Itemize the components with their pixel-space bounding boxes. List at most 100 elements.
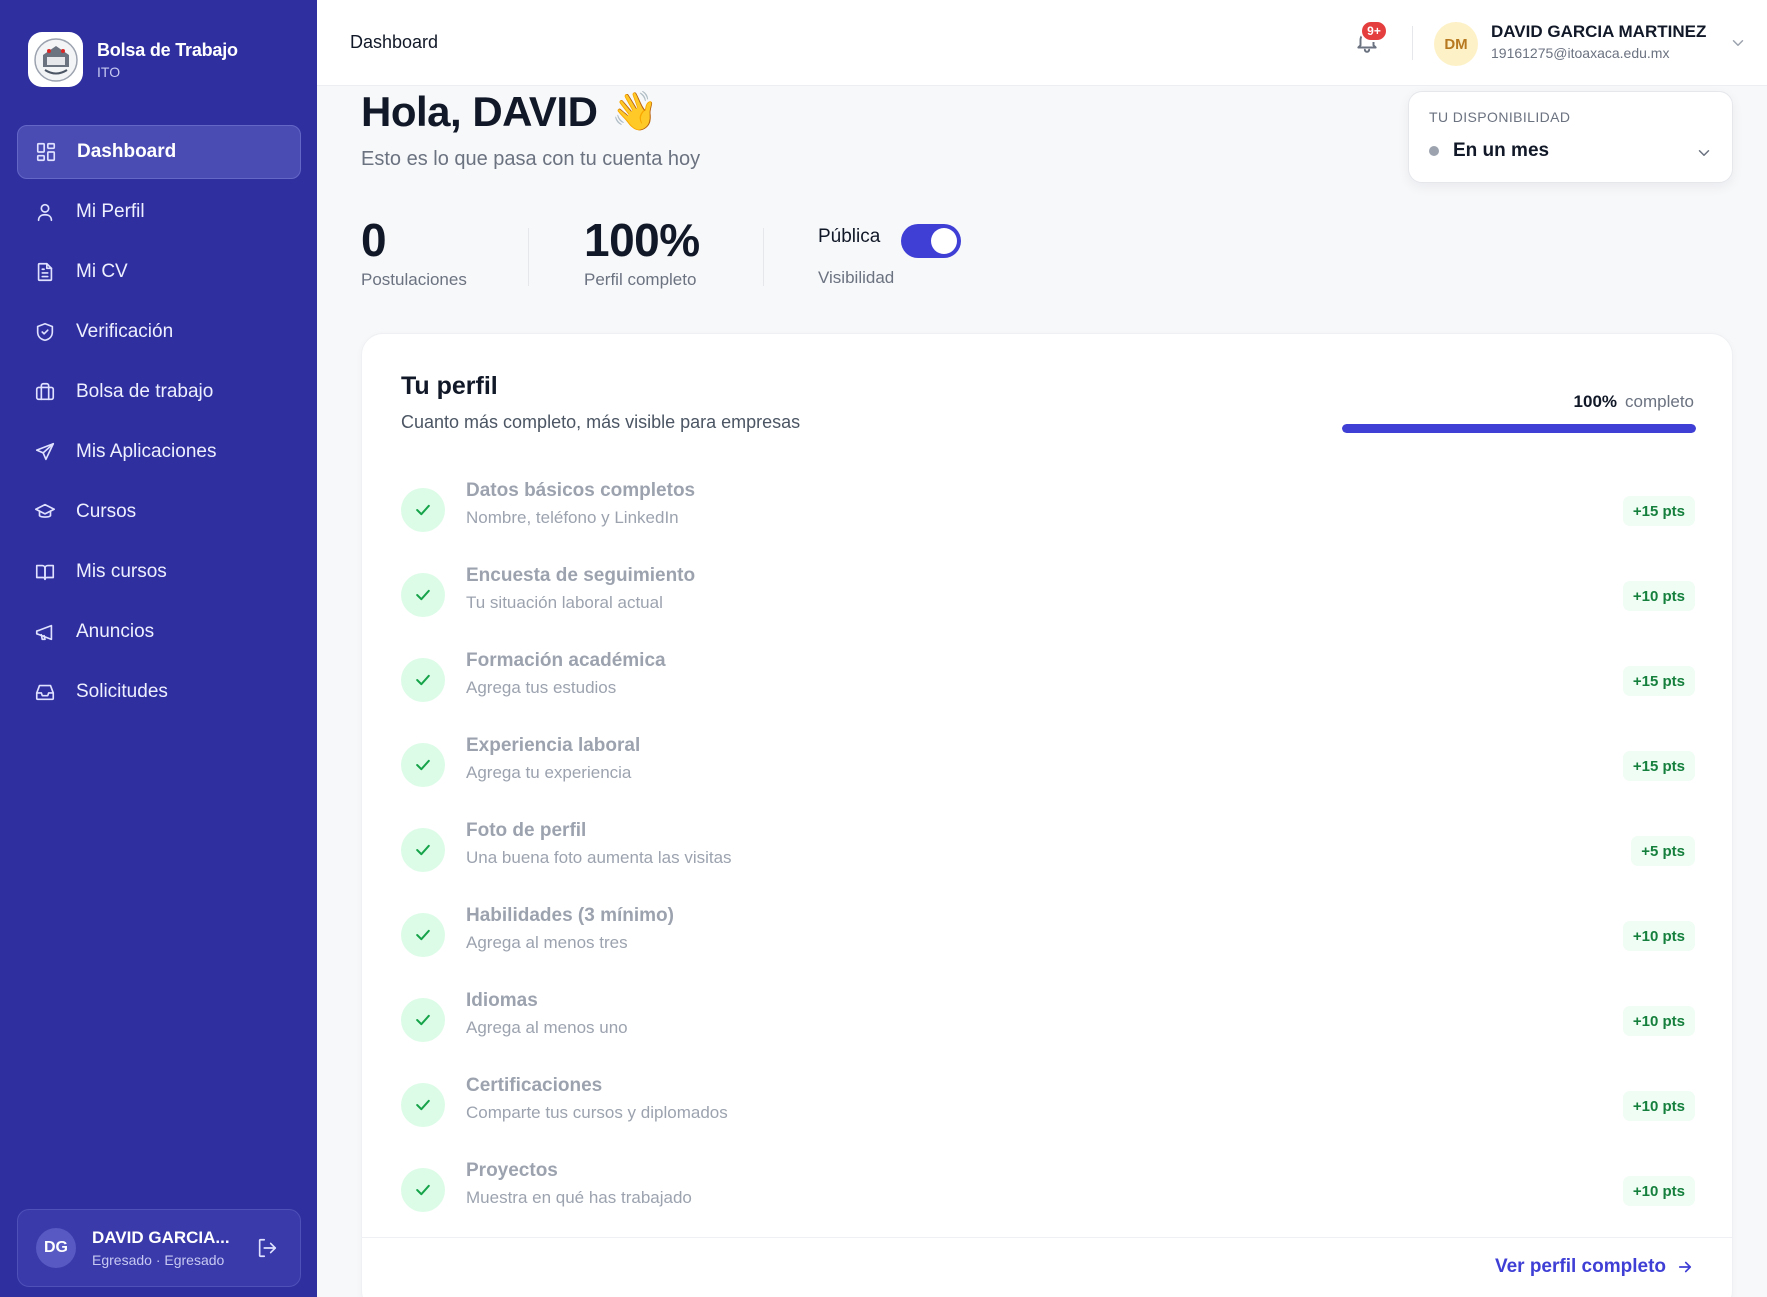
sidebar-user-card[interactable]: DG DAVID GARCIA... Egresado · Egresado (17, 1209, 301, 1287)
sidebar-item-label: Mis cursos (76, 561, 167, 582)
sidebar-item-label: Mi Perfil (76, 201, 145, 222)
availability-select[interactable]: TU DISPONIBILIDAD En un mes (1408, 91, 1733, 183)
points-badge: +10 pts (1622, 1176, 1695, 1206)
sidebar-item-mi-cv[interactable]: Mi CV (17, 245, 301, 299)
page-title: Dashboard (350, 32, 439, 52)
stat-profile-complete: 100% Perfil completo (584, 214, 700, 290)
availability-value-text: En un mes (1453, 140, 1550, 161)
visibility-label: Visibilidad (818, 268, 895, 287)
check-icon (401, 573, 445, 617)
profile-progress-value: 100% (1573, 392, 1618, 411)
shield-check-icon (34, 321, 56, 343)
list-item[interactable]: Idiomas Agrega al menos uno +10 pts (401, 984, 1695, 1069)
sidebar-item-anuncios[interactable]: Anuncios (17, 605, 301, 659)
stat-divider (763, 228, 764, 286)
availability-label: TU DISPONIBILIDAD (1429, 109, 1571, 125)
visibility-toggle[interactable] (901, 224, 961, 258)
sidebar-user-name: DAVID GARCIA... (92, 1228, 230, 1247)
avatar[interactable]: DM (1434, 22, 1478, 66)
profile-card-title: Tu perfil (401, 372, 498, 400)
stat-label: Perfil completo (584, 270, 697, 289)
task-title: Idiomas (466, 990, 538, 1011)
graduation-cap-icon (34, 501, 56, 523)
check-icon (401, 913, 445, 957)
check-icon (401, 743, 445, 787)
points-badge: +10 pts (1622, 921, 1695, 951)
sidebar-item-verificacion[interactable]: Verificación (17, 305, 301, 359)
notification-badge: 9+ (1360, 20, 1388, 42)
task-description: Una buena foto aumenta las visitas (466, 848, 732, 867)
points-badge: +10 pts (1622, 1091, 1695, 1121)
list-item[interactable]: Proyectos Muestra en qué has trabajado +… (401, 1154, 1695, 1239)
sidebar-item-label: Anuncios (76, 621, 155, 642)
user-icon (34, 201, 56, 223)
task-description: Muestra en qué has trabajado (466, 1188, 692, 1207)
availability-value: En un mes (1429, 140, 1549, 162)
brand[interactable]: Bolsa de Trabajo ITO (28, 32, 238, 87)
sidebar-item-label: Bolsa de trabajo (76, 381, 214, 402)
sidebar-item-label: Dashboard (77, 141, 177, 162)
divider (362, 1237, 1732, 1238)
view-full-profile-link[interactable]: Ver perfil completo (1495, 1256, 1694, 1278)
status-dot (1429, 146, 1439, 156)
greeting-text: Hola, DAVID (361, 88, 598, 135)
greeting-subtitle: Esto es lo que pasa con tu cuenta hoy (361, 148, 701, 170)
sidebar-item-mi-perfil[interactable]: Mi Perfil (17, 185, 301, 239)
list-item[interactable]: Experiencia laboral Agrega tu experienci… (401, 729, 1695, 814)
check-icon (401, 488, 445, 532)
send-icon (34, 441, 56, 463)
sidebar-item-label: Verificación (76, 321, 174, 342)
arrow-right-icon (1678, 1261, 1692, 1273)
stat-applications: 0 Postulaciones (361, 214, 467, 290)
sidebar-item-label: Solicitudes (76, 681, 168, 702)
topbar-divider (1412, 26, 1413, 60)
user-menu[interactable]: DAVID GARCIA MARTINEZ 19161275@itoaxaca.… (1491, 22, 1706, 61)
brand-subtitle: ITO (97, 63, 121, 80)
sidebar-user-role: Egresado · Egresado (92, 1252, 225, 1268)
list-item[interactable]: Certificaciones Comparte tus cursos y di… (401, 1069, 1695, 1154)
check-icon (401, 828, 445, 872)
chevron-down-icon (1695, 144, 1713, 162)
sidebar: Bolsa de Trabajo ITO Dashboard Mi Perfil… (0, 0, 317, 1297)
task-title: Foto de perfil (466, 820, 587, 841)
task-description: Agrega tus estudios (466, 678, 617, 697)
avatar: DG (36, 1228, 76, 1268)
list-item[interactable]: Datos básicos completos Nombre, teléfono… (401, 474, 1695, 559)
task-description: Agrega al menos tres (466, 933, 628, 952)
sidebar-item-solicitudes[interactable]: Solicitudes (17, 665, 301, 719)
profile-card-subtitle: Cuanto más completo, más visible para em… (401, 412, 801, 432)
sidebar-nav: Dashboard Mi Perfil Mi CV Verificación B… (17, 125, 301, 725)
brand-title: Bolsa de Trabajo (97, 39, 238, 60)
toggle-knob (931, 228, 957, 254)
sidebar-item-mis-cursos[interactable]: Mis cursos (17, 545, 301, 599)
progress-fill (1342, 424, 1696, 433)
list-item[interactable]: Encuesta de seguimiento Tu situación lab… (401, 559, 1695, 644)
sidebar-item-dashboard[interactable]: Dashboard (17, 125, 301, 179)
task-title: Certificaciones (466, 1075, 603, 1096)
task-description: Agrega tu experiencia (466, 763, 632, 782)
sidebar-item-cursos[interactable]: Cursos (17, 485, 301, 539)
check-icon (401, 1083, 445, 1127)
document-icon (34, 261, 56, 283)
list-item[interactable]: Habilidades (3 mínimo) Agrega al menos t… (401, 899, 1695, 984)
sidebar-item-bolsa-de-trabajo[interactable]: Bolsa de trabajo (17, 365, 301, 419)
profile-task-list: Datos básicos completos Nombre, teléfono… (401, 474, 1695, 1239)
profile-progress-bar (1342, 424, 1696, 433)
task-description: Agrega al menos uno (466, 1018, 628, 1037)
book-open-icon (34, 561, 56, 583)
sidebar-item-label: Mis Aplicaciones (76, 441, 217, 462)
check-icon (401, 1168, 445, 1212)
task-description: Nombre, teléfono y LinkedIn (466, 508, 679, 527)
profile-progress-label: completo (1625, 392, 1694, 411)
points-badge: +10 pts (1622, 1006, 1695, 1036)
greeting-title: Hola, DAVID 👋 (361, 88, 659, 136)
sidebar-item-mis-aplicaciones[interactable]: Mis Aplicaciones (17, 425, 301, 479)
list-item[interactable]: Foto de perfil Una buena foto aumenta la… (401, 814, 1695, 899)
task-title: Formación académica (466, 650, 666, 671)
list-item[interactable]: Formación académica Agrega tus estudios … (401, 644, 1695, 729)
logout-icon[interactable] (256, 1237, 278, 1259)
points-badge: +15 pts (1622, 751, 1695, 781)
link-label: Ver perfil completo (1494, 1256, 1666, 1277)
task-title: Datos básicos completos (466, 480, 696, 501)
chevron-down-icon[interactable] (1729, 34, 1747, 52)
